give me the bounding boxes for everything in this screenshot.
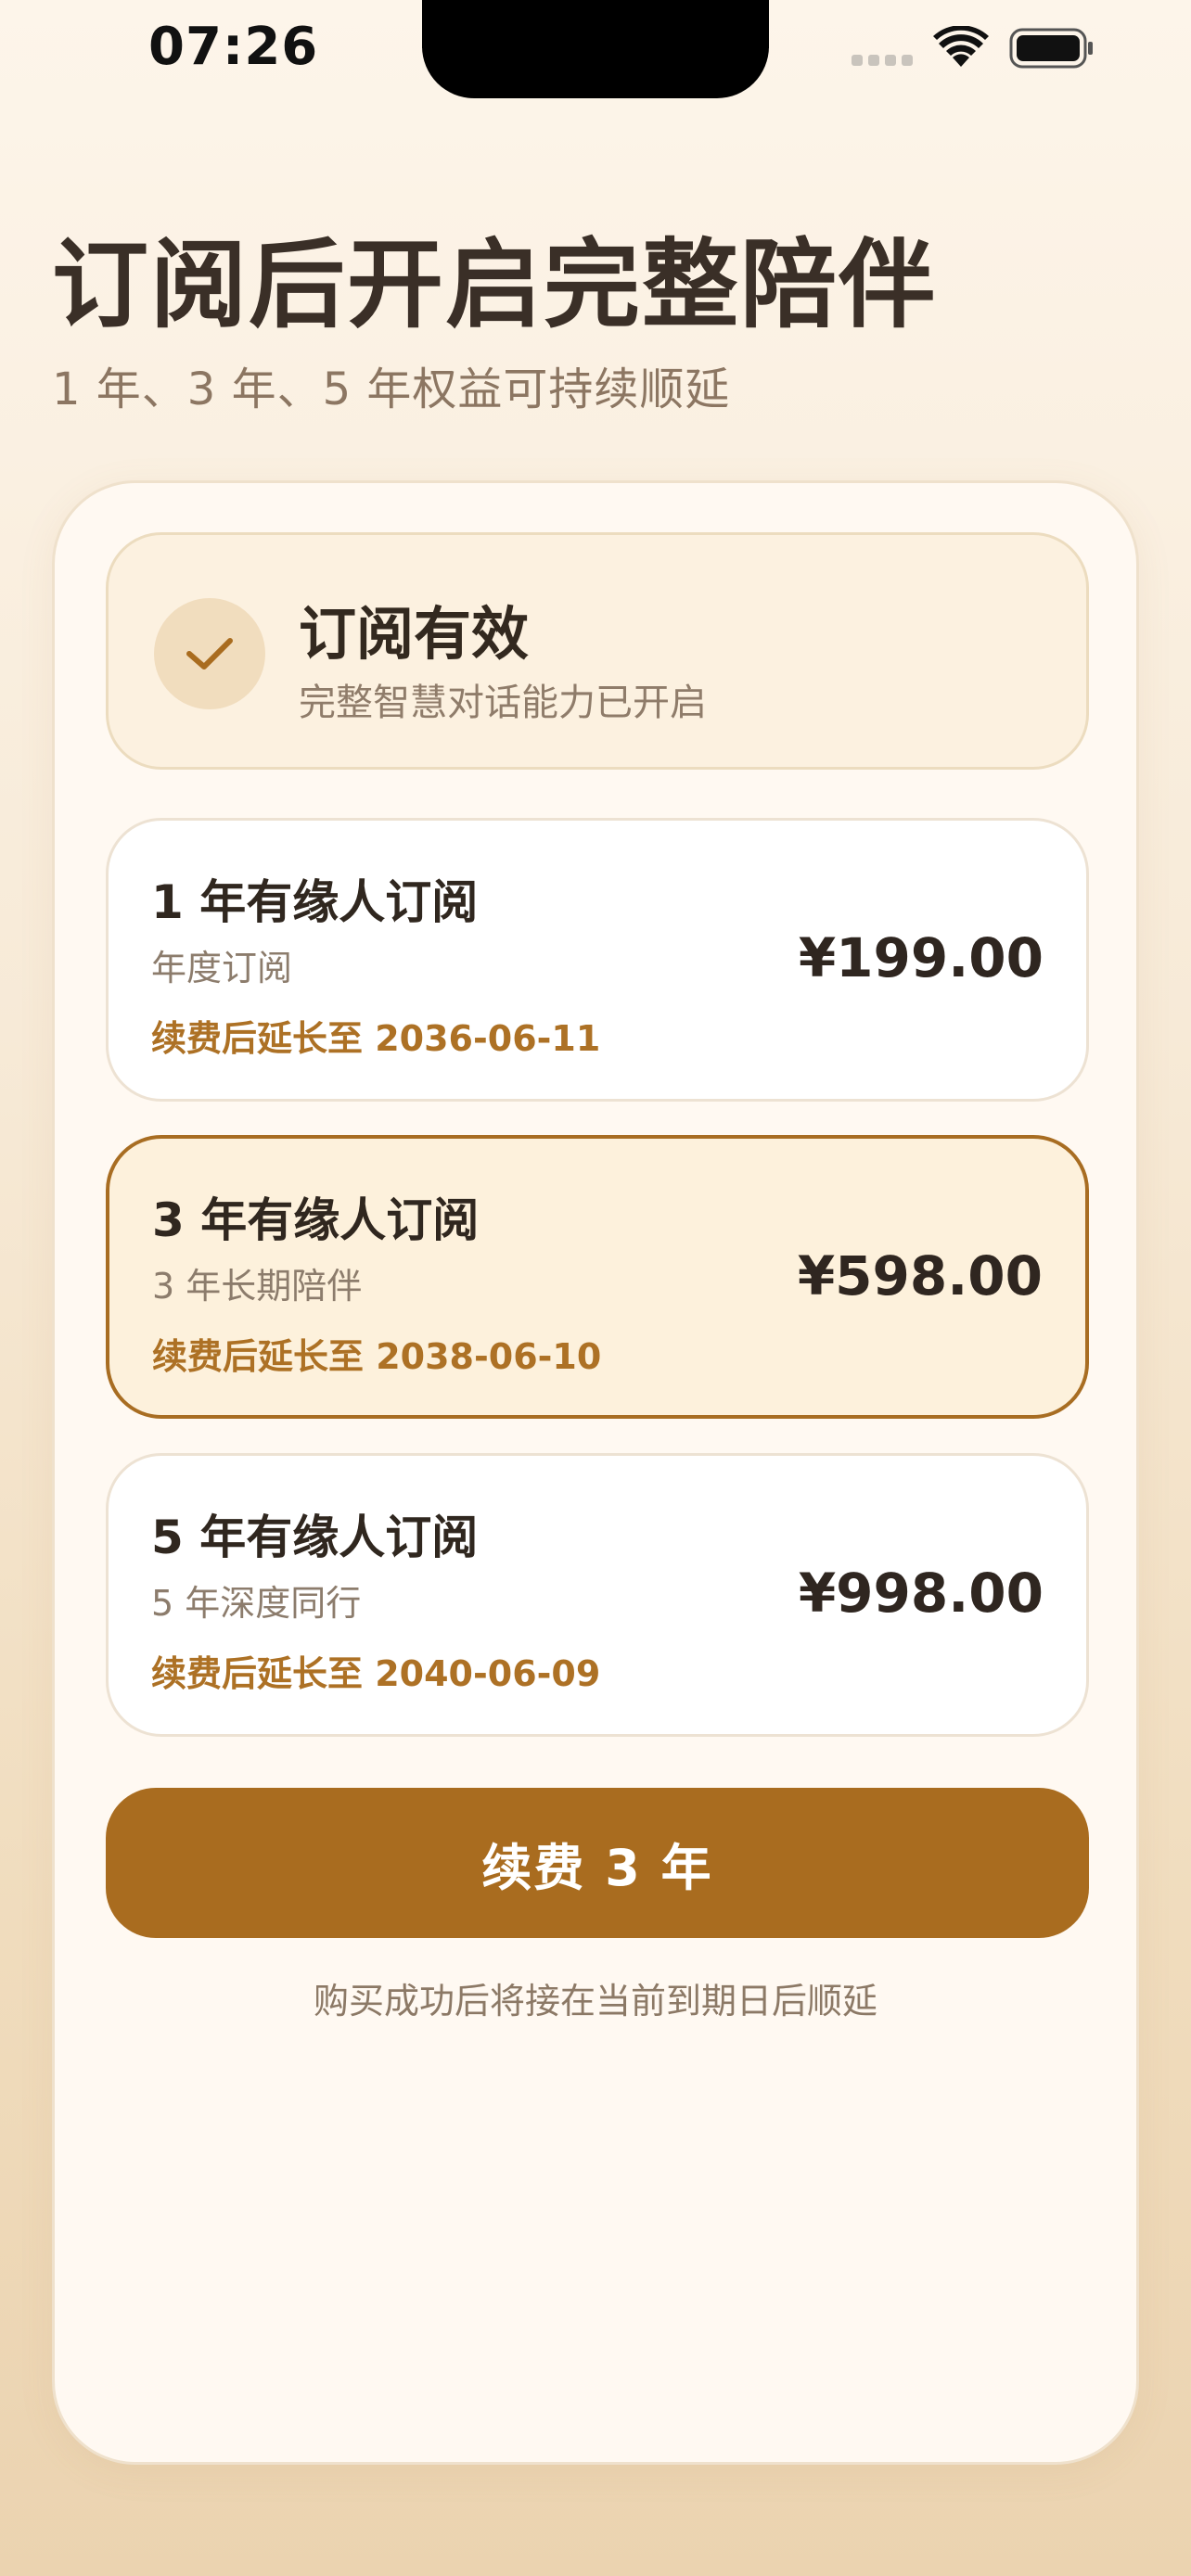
plan-option-5-year[interactable]: 5 年有缘人订阅 5 年深度同行 续费后延长至 2040-06-09 ¥998.… bbox=[106, 1453, 1089, 1737]
plan-renewal-date: 续费后延长至 2038-06-10 bbox=[152, 1336, 602, 1377]
plan-price: ¥998.00 bbox=[798, 1562, 1044, 1625]
plan-option-3-year[interactable]: 3 年有缘人订阅 3 年长期陪伴 续费后延长至 2038-06-10 ¥598.… bbox=[106, 1135, 1089, 1419]
subscription-panel: 订阅有效 完整智慧对话能力已开启 1 年有缘人订阅 年度订阅 续费后延长至 20… bbox=[52, 480, 1139, 2465]
status-title: 订阅有效 bbox=[299, 600, 530, 668]
subscription-status-card: 订阅有效 完整智慧对话能力已开启 bbox=[106, 532, 1089, 770]
page-subtitle: 1 年、3 年、5 年权益可持续顺延 bbox=[52, 363, 731, 415]
plan-name: 5 年有缘人订阅 bbox=[151, 1511, 479, 1564]
plan-description: 5 年深度同行 bbox=[151, 1583, 362, 1624]
plan-renewal-date: 续费后延长至 2040-06-09 bbox=[151, 1653, 601, 1694]
status-time: 07:26 bbox=[148, 17, 319, 77]
renew-button[interactable]: 续费 3 年 bbox=[106, 1788, 1089, 1938]
plan-price: ¥199.00 bbox=[798, 926, 1044, 989]
plan-renewal-date: 续费后延长至 2036-06-11 bbox=[151, 1018, 601, 1059]
status-bar: 07:26 bbox=[0, 0, 1191, 102]
plan-name: 3 年有缘人订阅 bbox=[152, 1193, 480, 1247]
plan-name: 1 年有缘人订阅 bbox=[151, 875, 479, 929]
renewal-note: 购买成功后将接在当前到期日后顺延 bbox=[313, 1981, 877, 2021]
plan-description: 3 年长期陪伴 bbox=[152, 1266, 363, 1307]
page-title: 订阅后开启完整陪伴 bbox=[52, 228, 938, 341]
wifi-icon bbox=[933, 26, 989, 67]
check-icon bbox=[154, 598, 265, 709]
plan-price: ¥598.00 bbox=[797, 1244, 1043, 1307]
status-description: 完整智慧对话能力已开启 bbox=[299, 682, 707, 724]
plan-description: 年度订阅 bbox=[151, 948, 293, 988]
dynamic-island bbox=[422, 0, 769, 98]
plan-option-1-year[interactable]: 1 年有缘人订阅 年度订阅 续费后延长至 2036-06-11 ¥199.00 bbox=[106, 818, 1089, 1102]
battery-icon bbox=[1009, 28, 1093, 69]
cellular-signal-icon bbox=[852, 54, 915, 67]
